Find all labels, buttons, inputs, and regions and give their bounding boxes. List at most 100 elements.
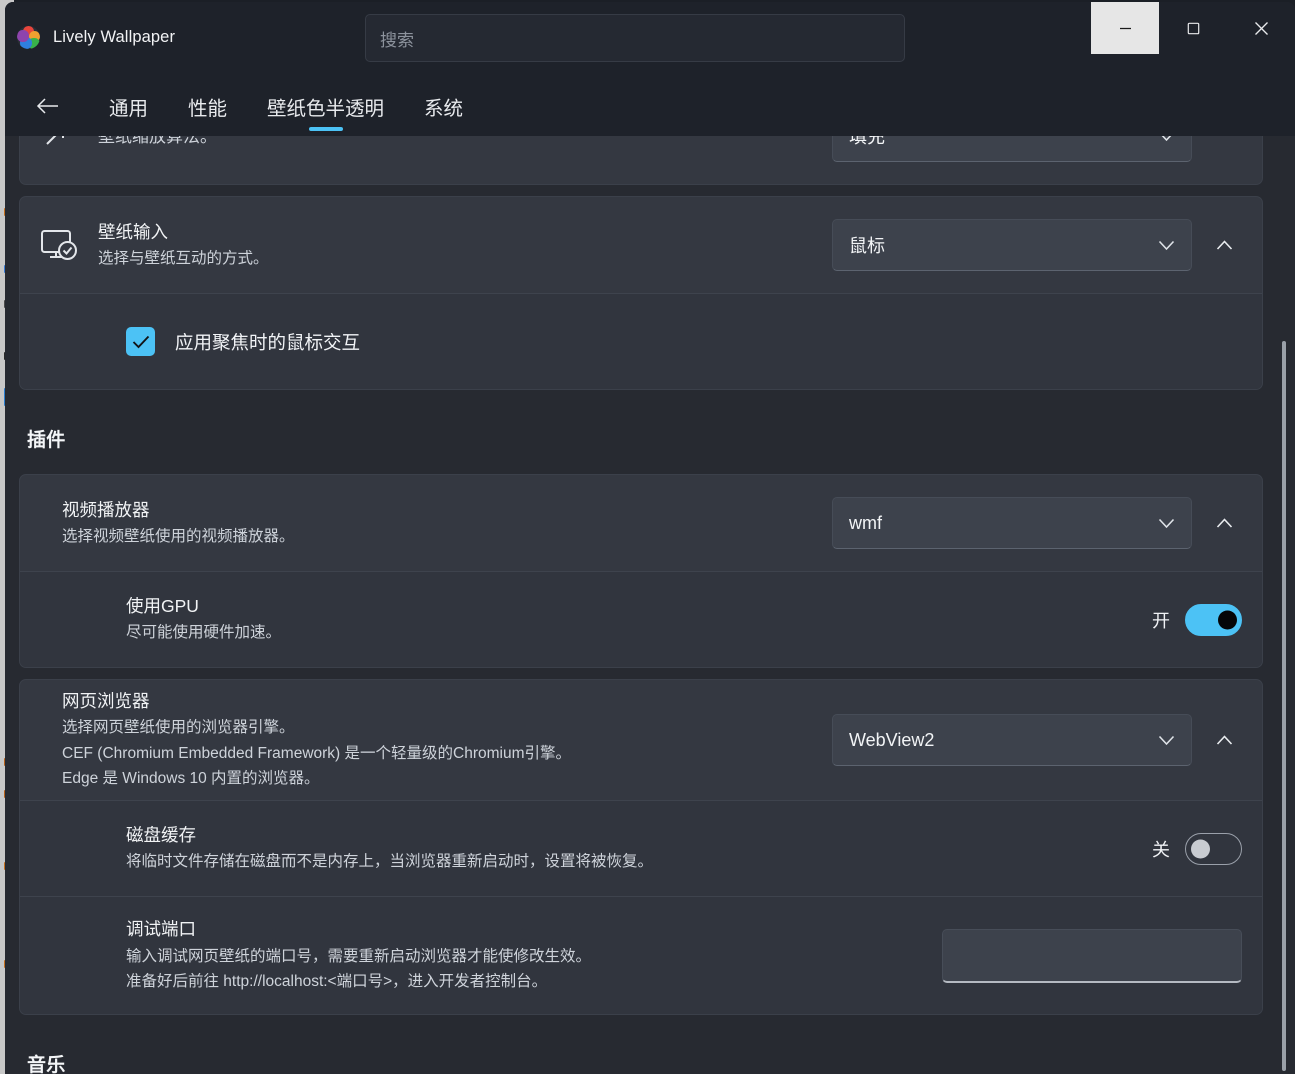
debug-port-row: 调试端口 输入调试网页壁纸的端口号，需要重新启动浏览器才能使修改生效。 准备好后…: [20, 896, 1262, 1014]
web-browser-text: 网页浏览器 选择网页壁纸使用的浏览器引擎。 CEF (Chromium Embe…: [62, 689, 832, 791]
tab-bar: 通用 性能 壁纸色半透明 系统: [5, 76, 1295, 136]
use-gpu-right: 开: [1152, 603, 1242, 636]
tab-label: 性能: [188, 97, 228, 120]
monitor-check-icon: [40, 227, 98, 263]
focus-mouse-label: 应用聚焦时的鼠标交互: [175, 331, 361, 353]
chevron-down-icon: [1158, 240, 1175, 250]
use-gpu-toggle-wrap: 开: [1152, 603, 1242, 636]
wallpaper-scaling-combobox[interactable]: 填充: [832, 136, 1192, 162]
debug-port-right: [942, 928, 1242, 983]
title-bar: Lively Wallpaper 搜索: [5, 2, 1295, 76]
combobox-value: 填充: [849, 136, 885, 147]
focus-mouse-checkbox-row[interactable]: 应用聚焦时的鼠标交互: [40, 304, 360, 380]
chevron-down-icon: [1158, 518, 1175, 528]
tab-label: 壁纸色半透明: [267, 97, 385, 120]
debug-port-desc-line-1: 输入调试网页壁纸的端口号，需要重新启动浏览器才能使修改生效。: [126, 947, 592, 965]
combobox-value: wmf: [849, 512, 882, 533]
use-gpu-title: 使用GPU: [126, 596, 199, 617]
use-gpu-text: 使用GPU 尽可能使用硬件加速。: [126, 594, 1152, 645]
checkmark-icon: [132, 335, 149, 348]
wallpaper-input-combobox[interactable]: 鼠标: [832, 219, 1192, 271]
tab-system[interactable]: 系统: [404, 76, 483, 136]
maximize-button[interactable]: [1159, 2, 1227, 54]
toggle-knob: [1191, 839, 1210, 858]
wallpaper-scaling-desc: 壁纸缩放算法。: [98, 136, 217, 147]
use-gpu-toggle[interactable]: [1185, 603, 1242, 636]
tab-wallpaper-translucency[interactable]: 壁纸色半透明: [247, 76, 404, 136]
minimize-button[interactable]: [1091, 2, 1159, 54]
web-browser-combobox[interactable]: WebView2: [832, 714, 1192, 766]
web-browser-row: 网页浏览器 选择网页壁纸使用的浏览器引擎。 CEF (Chromium Embe…: [20, 680, 1262, 800]
wallpaper-scaling-row: 壁纸缩放算法。 填充: [20, 136, 1262, 184]
video-player-combobox[interactable]: wmf: [832, 497, 1192, 549]
wallpaper-scaling-card: 壁纸缩放算法。 填充: [19, 136, 1263, 185]
disk-cache-toggle[interactable]: [1185, 832, 1242, 865]
video-player-expander-button[interactable]: [1206, 505, 1242, 541]
video-player-desc: 选择视频壁纸使用的视频播放器。: [62, 527, 295, 545]
window-controls: [1091, 2, 1295, 54]
tab-performance[interactable]: 性能: [168, 76, 247, 136]
search-placeholder: 搜索: [380, 30, 414, 50]
scrollbar-thumb[interactable]: [1282, 341, 1286, 1071]
wallpaper-input-desc: 选择与壁纸互动的方式。: [98, 249, 269, 267]
web-browser-right: WebView2: [832, 714, 1242, 766]
wallpaper-input-expander-button[interactable]: [1206, 227, 1242, 263]
use-gpu-toggle-label: 开: [1152, 610, 1170, 631]
disk-cache-toggle-label: 关: [1152, 839, 1170, 860]
disk-cache-right: 关: [1152, 832, 1242, 865]
tab-general[interactable]: 通用: [89, 76, 168, 136]
debug-port-input[interactable]: [942, 928, 1242, 983]
web-browser-title: 网页浏览器: [62, 690, 150, 711]
lively-wallpaper-window: Lively Wallpaper 搜索 通用 性能 壁纸色半透明 系统 壁纸缩放…: [5, 2, 1295, 1074]
use-gpu-desc: 尽可能使用硬件加速。: [126, 624, 282, 642]
web-browser-desc-line-3: Edge 是 Windows 10 内置的浏览器。: [62, 770, 320, 788]
video-player-text: 视频播放器 选择视频壁纸使用的视频播放器。: [62, 498, 832, 549]
app-title: Lively Wallpaper: [53, 28, 176, 46]
wallpaper-input-title: 壁纸输入: [98, 221, 168, 242]
music-section-header: 音乐: [27, 1055, 66, 1074]
web-browser-card: 网页浏览器 选择网页壁纸使用的浏览器引擎。 CEF (Chromium Embe…: [19, 679, 1263, 1015]
disk-cache-desc: 将临时文件存储在磁盘而不是内存上，当浏览器重新启动时，设置将被恢复。: [126, 853, 654, 871]
debug-port-text: 调试端口 输入调试网页壁纸的端口号，需要重新启动浏览器才能使修改生效。 准备好后…: [126, 917, 942, 993]
scrollbar-track[interactable]: [1278, 136, 1290, 1074]
chevron-down-icon: [1162, 136, 1171, 141]
chevron-up-icon: [1216, 517, 1232, 528]
wallpaper-scaling-text: 壁纸缩放算法。: [98, 136, 832, 150]
web-browser-expander-button[interactable]: [1206, 722, 1242, 758]
lively-logo-icon: [17, 26, 40, 49]
wallpaper-input-text: 壁纸输入 选择与壁纸互动的方式。: [98, 220, 832, 271]
tab-label: 通用: [109, 97, 149, 120]
title-bar-left: Lively Wallpaper: [5, 2, 175, 49]
chevron-up-icon: [1216, 734, 1232, 745]
settings-scroll-area[interactable]: 壁纸缩放算法。 填充 壁纸输入 选择与壁纸互动的方式。 鼠标 应用聚焦时的鼠标交…: [5, 136, 1295, 1074]
combobox-value: WebView2: [849, 729, 935, 750]
disk-cache-toggle-wrap: 关: [1152, 832, 1242, 865]
wallpaper-input-row: 壁纸输入 选择与壁纸互动的方式。 鼠标: [20, 197, 1262, 293]
disk-cache-row: 磁盘缓存 将临时文件存储在磁盘而不是内存上，当浏览器重新启动时，设置将被恢复。 …: [20, 800, 1262, 896]
debug-port-title: 调试端口: [126, 919, 196, 940]
back-arrow-icon[interactable]: [29, 87, 67, 125]
video-player-card: 视频播放器 选择视频壁纸使用的视频播放器。 wmf 使用GPU 尽可能使用硬件加…: [19, 474, 1263, 668]
chevron-down-icon: [1158, 735, 1175, 745]
tab-label: 系统: [424, 97, 464, 120]
wallpaper-scaling-right: 填充: [832, 136, 1242, 162]
toggle-knob: [1218, 610, 1237, 629]
diagonal-arrow-icon: [40, 136, 98, 151]
tab-underline: [308, 127, 343, 131]
combobox-value: 鼠标: [849, 236, 885, 256]
search-input[interactable]: 搜索: [365, 14, 905, 62]
focus-mouse-row: 应用聚焦时的鼠标交互: [20, 293, 1262, 389]
wallpaper-input-right: 鼠标: [832, 219, 1242, 271]
web-browser-desc-line-1: 选择网页壁纸使用的浏览器引擎。: [62, 719, 295, 737]
video-player-title: 视频播放器: [62, 499, 150, 520]
disk-cache-title: 磁盘缓存: [126, 825, 196, 846]
video-player-row: 视频播放器 选择视频壁纸使用的视频播放器。 wmf: [20, 475, 1262, 571]
video-player-right: wmf: [832, 497, 1242, 549]
debug-port-desc-line-2: 准备好后前往 http://localhost:<端口号>，进入开发者控制台。: [126, 973, 548, 991]
disk-cache-text: 磁盘缓存 将临时文件存储在磁盘而不是内存上，当浏览器重新启动时，设置将被恢复。: [126, 823, 1152, 874]
web-browser-desc-line-2: CEF (Chromium Embedded Framework) 是一个轻量级…: [62, 744, 571, 762]
close-button[interactable]: [1227, 2, 1295, 54]
wallpaper-input-card: 壁纸输入 选择与壁纸互动的方式。 鼠标 应用聚焦时的鼠标交互: [19, 196, 1263, 390]
chevron-up-icon: [1216, 239, 1232, 250]
focus-mouse-checkbox[interactable]: [126, 327, 155, 356]
